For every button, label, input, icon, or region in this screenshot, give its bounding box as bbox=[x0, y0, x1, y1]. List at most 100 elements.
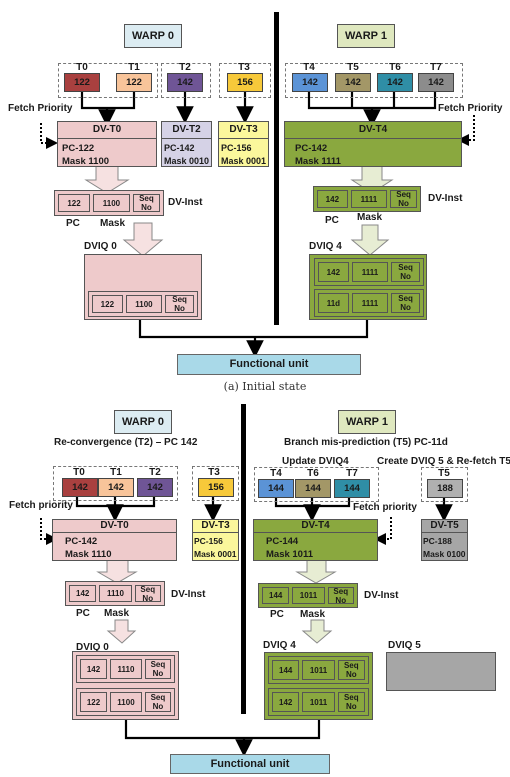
dv-inst-label: DV-Inst bbox=[168, 197, 203, 208]
dv-inst-pc: 122 bbox=[58, 194, 90, 212]
warp0-title-b: WARP 0 bbox=[114, 410, 172, 434]
dv-box: DV-T4 PC-144 Mask 1011 bbox=[253, 519, 378, 561]
dv-box: DV-T5 PC-188 Mask 0100 bbox=[421, 519, 468, 561]
dv-inst-pc: 144 bbox=[262, 587, 290, 604]
dviq-entry-seq: Seq No bbox=[165, 295, 194, 313]
thread-pc-t4: 144 bbox=[258, 479, 294, 498]
fetch-priority-label: Fetch Priority bbox=[438, 103, 503, 114]
warp1-title-a: WARP 1 bbox=[337, 24, 395, 48]
dv-inst: 142 1111 Seq No bbox=[313, 186, 421, 212]
dv-box-title: DV-T4 bbox=[285, 122, 461, 139]
fetch-priority-label: Fetch priority bbox=[9, 500, 73, 511]
dviq-5 bbox=[386, 652, 496, 691]
dv-box-mask: Mask 0010 bbox=[164, 156, 210, 166]
dv-box: DV-T3 PC-156 Mask 0001 bbox=[192, 519, 239, 561]
dviq-0: 122 1100 Seq No bbox=[84, 254, 202, 320]
dv-inst-seq: Seq No bbox=[134, 585, 161, 603]
dv-box-mask: Mask 0100 bbox=[423, 549, 466, 559]
dviq-entry-mask: 1111 bbox=[351, 262, 389, 282]
pc-label: PC bbox=[66, 218, 80, 229]
thread-pc-t5: 188 bbox=[427, 479, 463, 498]
dviq-entry-pc: 142 bbox=[80, 659, 108, 679]
separator-b bbox=[241, 404, 246, 714]
thread-label: T0 bbox=[76, 62, 88, 73]
thread-pc-t6: 142 bbox=[377, 73, 413, 92]
fetch-priority-arrow-w1-a bbox=[457, 115, 475, 146]
dviq-4: 142 1111 Seq No 11d 1111 Seq No bbox=[309, 254, 427, 320]
dv-box-pc: PC-144 bbox=[266, 536, 299, 547]
dviq-entry-seq: Seq No bbox=[337, 660, 366, 680]
thread-label: T3 bbox=[238, 62, 250, 73]
branch-misprediction-note: Branch mis-prediction (T5) PC-11d bbox=[284, 437, 448, 448]
dviq-entry: 122 1100 Seq No bbox=[76, 688, 175, 716]
thread-label: T7 bbox=[430, 62, 442, 73]
dviq-entry-seq: Seq No bbox=[144, 692, 171, 712]
thread-label: T3 bbox=[208, 467, 220, 478]
dv-box: DV-T2 PC-142 Mask 0010 bbox=[161, 121, 212, 167]
dv-inst: 144 1011 Seq No bbox=[258, 583, 358, 608]
dviq-entry-pc: 122 bbox=[92, 295, 123, 313]
fetch-priority-arrow-w1-b bbox=[374, 517, 392, 545]
thread-label: T1 bbox=[128, 62, 140, 73]
dv-box-pc: PC-142 bbox=[164, 143, 195, 153]
dviq-entry-mask: 1011 bbox=[302, 692, 335, 712]
flow-arrow-b-w1-2 bbox=[301, 619, 333, 644]
dviq-label: DVIQ 0 bbox=[84, 241, 117, 252]
dv-inst-label: DV-Inst bbox=[428, 193, 463, 204]
thread-pc-t2: 142 bbox=[167, 73, 203, 92]
dv-inst-seq: Seq No bbox=[327, 587, 354, 605]
dviq-entry-seq: Seq No bbox=[391, 293, 420, 313]
dv-box: DV-T0 PC-142 Mask 1110 bbox=[52, 519, 177, 561]
dv-box-title: DV-T3 bbox=[193, 520, 238, 533]
dv-box-title: DV-T4 bbox=[254, 520, 377, 533]
dv-box-pc: PC-156 bbox=[194, 536, 223, 546]
mask-label: Mask bbox=[300, 609, 326, 620]
dviq-entry: 142 1111 Seq No bbox=[314, 258, 424, 286]
flow-arrow-a-w1-2 bbox=[350, 224, 390, 256]
dv-box-title: DV-T0 bbox=[58, 122, 156, 139]
dv-box-title: DV-T3 bbox=[219, 122, 268, 139]
reconvergence-note: Re-convergence (T2) – PC 142 bbox=[54, 437, 198, 448]
thread-pc-t4: 142 bbox=[292, 73, 328, 92]
dv-inst-pc: 142 bbox=[317, 190, 348, 208]
dv-inst-seq: Seq No bbox=[132, 194, 160, 212]
thread-pc-t3: 156 bbox=[198, 478, 234, 497]
thread-label: T4 bbox=[303, 62, 315, 73]
dviq-0: 142 1110 Seq No 122 1100 Seq No bbox=[72, 651, 179, 720]
dviq-entry: 142 1110 Seq No bbox=[76, 655, 175, 683]
thread-label: T5 bbox=[347, 62, 359, 73]
dv-box-pc: PC-142 bbox=[295, 143, 328, 154]
dv-inst-mask: 1110 bbox=[99, 585, 132, 602]
flow-arrow-a-w0-2 bbox=[122, 222, 164, 257]
mask-label: Mask bbox=[100, 218, 126, 229]
thread-label: T1 bbox=[110, 467, 122, 478]
thread-label: T0 bbox=[73, 467, 85, 478]
pc-label: PC bbox=[76, 608, 90, 619]
dv-box: DV-T0 PC-122 Mask 1100 bbox=[57, 121, 157, 167]
thread-label: T2 bbox=[149, 467, 161, 478]
fetch-priority-label: Fetch priority bbox=[353, 502, 417, 513]
thread-label: T7 bbox=[346, 468, 358, 479]
dv-inst-label: DV-Inst bbox=[171, 589, 206, 600]
dv-inst-seq: Seq No bbox=[390, 190, 418, 208]
dv-inst-mask: 1100 bbox=[93, 194, 130, 212]
thread-pc-t6: 144 bbox=[295, 479, 331, 498]
dv-inst-mask: 1011 bbox=[292, 587, 325, 604]
fetch-priority-label: Fetch Priority bbox=[8, 103, 73, 114]
warp1-title-b: WARP 1 bbox=[338, 410, 396, 434]
dviq-entry: 142 1011 Seq No bbox=[268, 688, 369, 716]
dv-inst-mask: 1111 bbox=[350, 190, 388, 208]
thread-pc-t0: 122 bbox=[64, 73, 100, 92]
functional-unit-b: Functional unit bbox=[170, 754, 330, 774]
dviq-label: DVIQ 5 bbox=[388, 640, 421, 651]
flow-arrow-b-w0-2 bbox=[106, 619, 137, 644]
dv-box-mask: Mask 0001 bbox=[194, 549, 237, 559]
thread-label: T2 bbox=[179, 62, 191, 73]
dviq-label: DVIQ 4 bbox=[263, 640, 296, 651]
dviq-entry-mask: 1100 bbox=[110, 692, 142, 712]
flow-arrow-b-w0-1 bbox=[96, 559, 138, 584]
dviq-entry-seq: Seq No bbox=[144, 659, 171, 679]
update-dviq-note: Update DVIQ4 bbox=[282, 456, 349, 467]
dviq-label: DVIQ 4 bbox=[309, 241, 342, 252]
dviq-entry: 11d 1111 Seq No bbox=[314, 289, 424, 317]
